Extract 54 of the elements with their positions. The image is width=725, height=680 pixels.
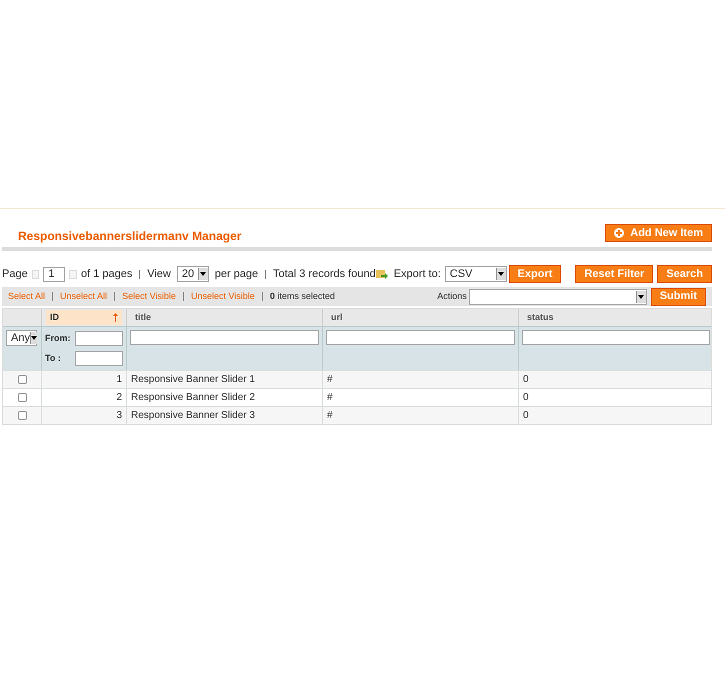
filter-field[interactable] <box>326 330 515 345</box>
table-cell-text: 1 <box>116 373 122 387</box>
mass-select-link[interactable]: Select All <box>8 290 46 304</box>
from-field[interactable] <box>74 331 123 346</box>
row-checkbox[interactable] <box>18 375 26 384</box>
per-page-select[interactable]: 20 <box>176 266 209 282</box>
mass-select-link[interactable]: Unselect Visible <box>190 290 255 304</box>
table-cell-text: 0 <box>523 391 529 405</box>
actions-select[interactable] <box>468 288 647 304</box>
items-selected-text: 0 items selected <box>270 290 335 303</box>
column-header[interactable]: status <box>523 310 709 325</box>
filter-field[interactable] <box>130 330 319 345</box>
sort-arrow-icon <box>113 313 118 322</box>
mass-select-link[interactable]: Unselect All <box>60 290 108 304</box>
column-header[interactable]: url <box>327 310 514 325</box>
export-icon <box>376 268 388 280</box>
table-cell-text: 2 <box>116 391 122 405</box>
column-header[interactable]: title <box>131 310 318 325</box>
row-checkbox[interactable] <box>18 393 26 402</box>
any-select[interactable]: Any <box>6 330 37 346</box>
export-label: Export to: <box>394 266 441 282</box>
table-cell-text: 3 <box>116 409 122 423</box>
export-format-select[interactable]: CSV <box>444 266 507 282</box>
reset-filter-button[interactable]: Reset Filter <box>575 265 654 283</box>
to-label: To : <box>45 352 62 365</box>
next-page-icon[interactable] <box>69 270 78 278</box>
table-cell-text: Responsive Banner Slider 3 <box>131 409 255 423</box>
to-field[interactable] <box>74 351 123 366</box>
table-cell-text: # <box>327 373 333 387</box>
page-label: Page <box>2 266 28 282</box>
column-header[interactable]: ID <box>46 310 122 325</box>
add-new-item-button[interactable]: Add New Item <box>605 224 712 242</box>
export-button[interactable]: Export <box>508 265 562 283</box>
actions-label: Actions <box>437 290 467 303</box>
pages-count: of 1 pages <box>81 266 132 282</box>
records-total: Total 3 records found <box>272 266 376 282</box>
table-cell-text: 0 <box>523 409 529 423</box>
previous-page-icon[interactable] <box>32 270 40 278</box>
mass-select-link[interactable]: Select Visible <box>122 290 176 304</box>
table-cell-text: Responsive Banner Slider 1 <box>131 373 255 387</box>
page-title: Responsivebannerslidermanv Manager <box>18 228 242 245</box>
view-label: View <box>147 266 171 282</box>
submit-button[interactable]: Submit <box>650 288 706 306</box>
row-checkbox[interactable] <box>18 411 26 420</box>
table-cell-text: # <box>327 391 333 405</box>
page-field[interactable]: 1 <box>43 266 66 282</box>
from-label: From: <box>45 332 70 345</box>
search-button[interactable]: Search <box>657 265 712 283</box>
per-page-label: per page <box>214 266 258 282</box>
table-cell-text: Responsive Banner Slider 2 <box>131 391 255 405</box>
plus-icon <box>614 228 624 238</box>
filter-field[interactable] <box>522 330 710 345</box>
table-cell-text: 0 <box>523 373 529 387</box>
table-cell-text: # <box>327 409 333 423</box>
